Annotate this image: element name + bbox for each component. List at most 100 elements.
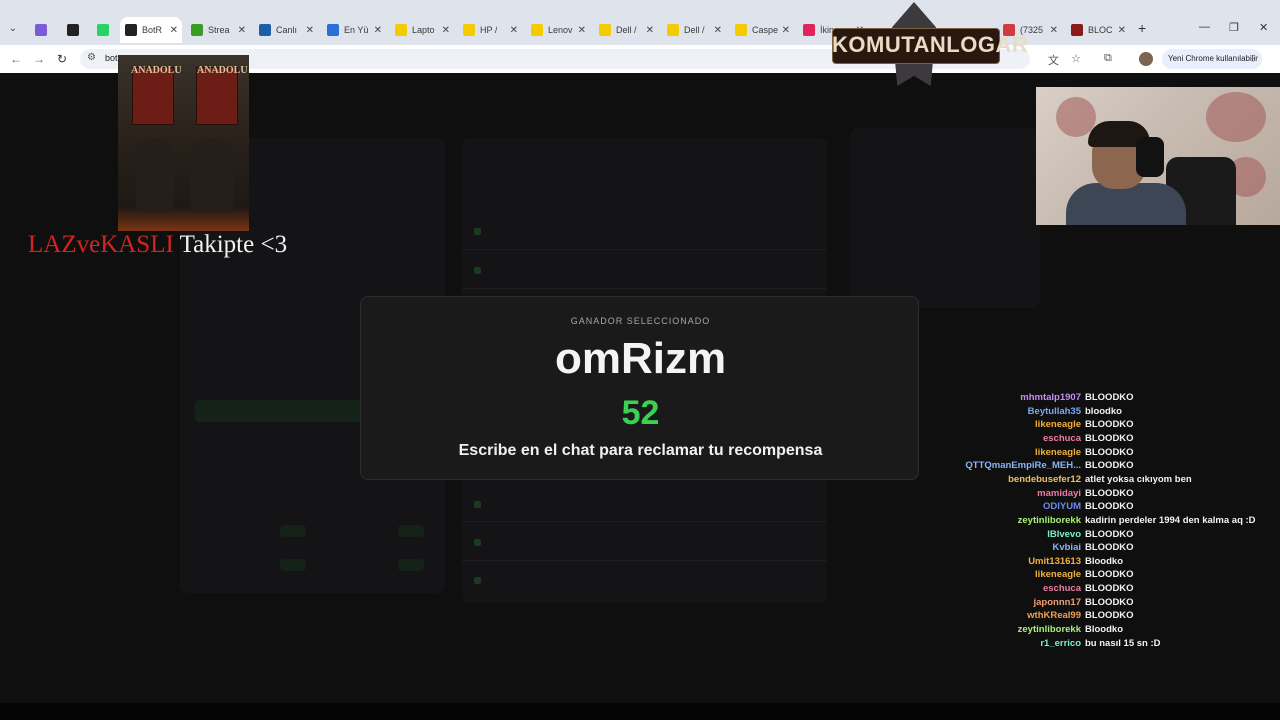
chat-username: mamidayi xyxy=(1037,487,1081,499)
chrome-update-label: Yeni Chrome kullanılabilir xyxy=(1168,54,1258,63)
chat-text: BLOODKO xyxy=(1085,501,1134,513)
shop-icon xyxy=(531,24,543,36)
winner-panel-ghost xyxy=(850,128,1040,308)
browser-tab[interactable]: Dell / ✕ xyxy=(594,17,658,43)
browser-tab[interactable]: En Yü ✕ xyxy=(322,17,386,43)
browser-tab[interactable]: BLOC ✕ xyxy=(1066,17,1130,43)
shop-icon xyxy=(667,24,679,36)
extensions-icon[interactable]: ⧉ xyxy=(1104,52,1112,65)
browser-tab[interactable]: BotR ✕ xyxy=(120,17,182,43)
bookmark-star-icon[interactable]: ☆ xyxy=(1071,52,1081,65)
tab-search-chevron-icon[interactable]: ⌄ xyxy=(6,22,20,36)
tab-strip: ⌄ BotR ✕ Strea ✕ Canlı ✕ En Yü ✕ Lapto ✕ HP / ✕ Leno… xyxy=(0,17,1280,43)
chat-username: bendebusefer12 xyxy=(1008,473,1081,485)
follow-alert: LAZveKASLI Takipte <3 xyxy=(28,228,287,262)
chat-username: IBlvevo xyxy=(1047,528,1081,540)
winner-name: omRizm xyxy=(554,334,727,383)
tab-close-icon[interactable]: ✕ xyxy=(714,25,722,36)
chat-username: zeytinliborekk xyxy=(1017,514,1081,526)
chat-username: japonnn17 xyxy=(1033,596,1081,608)
back-arrow-icon[interactable]: ← xyxy=(10,52,22,66)
tab-label: Canlı xyxy=(276,25,298,35)
winner-modal: GANADOR SELECCIONADO omRizm 52 Escribe e… xyxy=(360,296,919,480)
participant-dot xyxy=(474,228,481,235)
reload-icon[interactable]: ↻ xyxy=(57,52,67,66)
chat-message: IBlvevo BLOODKO xyxy=(900,529,1270,542)
chat-message: wthKReal99 BLOODKO xyxy=(900,610,1270,623)
tab-close-icon[interactable]: ✕ xyxy=(238,25,246,36)
browser-tab[interactable]: Caspe ✕ xyxy=(730,17,794,43)
browser-tab[interactable]: Strea ✕ xyxy=(186,17,250,43)
chat-text: BLOODKO xyxy=(1085,460,1134,472)
tab-close-icon[interactable]: ✕ xyxy=(306,25,314,36)
toggle-ghost xyxy=(280,559,306,571)
tab-label: BLOC xyxy=(1088,25,1113,35)
tab-close-icon[interactable]: ✕ xyxy=(170,25,178,36)
tab-close-icon[interactable]: ✕ xyxy=(578,25,586,36)
toggle-ghost xyxy=(398,559,424,571)
browser-tab[interactable] xyxy=(62,17,88,43)
countdown-number: 52 xyxy=(621,394,660,432)
forward-arrow-icon[interactable]: → xyxy=(33,52,45,66)
tab-close-icon[interactable]: ✕ xyxy=(1050,25,1058,36)
person-body xyxy=(1066,183,1186,225)
shop-icon xyxy=(599,24,611,36)
chat-username: eschuca xyxy=(1042,583,1081,595)
browser-tab[interactable]: Canlı ✕ xyxy=(254,17,318,43)
chat-message: zeytinliborekk kadirin perdeler 1994 den … xyxy=(900,515,1270,528)
minimize-icon[interactable]: — xyxy=(1199,21,1210,33)
chat-message: Kvbiai BLOODKO xyxy=(900,542,1270,555)
divider xyxy=(462,521,827,522)
browser-tab[interactable]: Lapto ✕ xyxy=(390,17,454,43)
participant-dot xyxy=(474,267,481,274)
browser-tab[interactable] xyxy=(92,17,116,43)
chat-text: kadirin perdeler 1994 den kalma aq :D xyxy=(1085,514,1256,526)
tab-close-icon[interactable]: ✕ xyxy=(374,25,382,36)
chat-username: likeneagle xyxy=(1035,569,1081,581)
chat-text: BLOODKO xyxy=(1085,583,1134,595)
chat-username: Umit131613 xyxy=(1028,555,1081,567)
translate-icon[interactable]: 文 xyxy=(1048,52,1059,68)
browser-tab[interactable]: HP / ✕ xyxy=(458,17,522,43)
new-tab-plus-icon[interactable]: + xyxy=(1138,20,1146,36)
chat-text: atlet yoksa cıkıyom ben xyxy=(1085,473,1192,485)
follow-message: Takipte <3 xyxy=(173,231,288,258)
tab-close-icon[interactable]: ✕ xyxy=(782,25,790,36)
window-close-icon[interactable]: ✕ xyxy=(1259,21,1268,34)
chat-text: BLOODKO xyxy=(1085,392,1134,403)
chat-message: Beytullah35 bloodko xyxy=(900,406,1270,419)
menu-kebab-icon[interactable]: ⋮ xyxy=(1249,49,1257,69)
site-info-icon[interactable]: ⚙ xyxy=(87,52,96,63)
chat-text: BLOODKO xyxy=(1085,432,1134,444)
browser-tab[interactable]: Lenov ✕ xyxy=(526,17,590,43)
tab-label: Strea xyxy=(208,25,230,35)
chat-text: BLOODKO xyxy=(1085,446,1134,458)
webcam-feed xyxy=(1036,87,1280,225)
browser-tab[interactable] xyxy=(30,17,58,43)
divider xyxy=(462,249,827,250)
restore-icon[interactable]: ❐ xyxy=(1229,21,1239,34)
shop-icon xyxy=(735,24,747,36)
chat-text: BLOODKO xyxy=(1085,596,1134,608)
address-text: bot xyxy=(105,53,118,63)
tab-close-icon[interactable]: ✕ xyxy=(1118,25,1126,36)
chat-message: likeneagle BLOODKO xyxy=(900,569,1270,582)
chat-message: japonnn17 BLOODKO xyxy=(900,597,1270,610)
poster-image: ANADOLU ANADOLU xyxy=(118,55,249,231)
knight-figure xyxy=(136,139,174,209)
avatar[interactable] xyxy=(1139,52,1153,66)
tab-close-icon[interactable]: ✕ xyxy=(646,25,654,36)
tab-close-icon[interactable]: ✕ xyxy=(442,25,450,36)
chrome-update-chip[interactable]: Yeni Chrome kullanılabilir ⋮ xyxy=(1162,49,1262,69)
start-button-ghost xyxy=(195,400,365,422)
chat-message: Umit131613 Bloodko xyxy=(900,556,1270,569)
chat-message: bendebusefer12 atlet yoksa cıkıyom ben xyxy=(900,474,1270,487)
chat-message: likeneagle BLOODKO xyxy=(900,447,1270,460)
tab-close-icon[interactable]: ✕ xyxy=(510,25,518,36)
chat-message: likeneagle BLOODKO xyxy=(900,419,1270,432)
chat-message: zeytinliborekk Bloodko xyxy=(900,624,1270,637)
chat-username: likeneagle xyxy=(1035,419,1081,431)
browser-tab[interactable]: Dell / ✕ xyxy=(662,17,726,43)
chat-username: likeneagle xyxy=(1035,446,1081,458)
tab-label: Caspe xyxy=(752,25,779,35)
